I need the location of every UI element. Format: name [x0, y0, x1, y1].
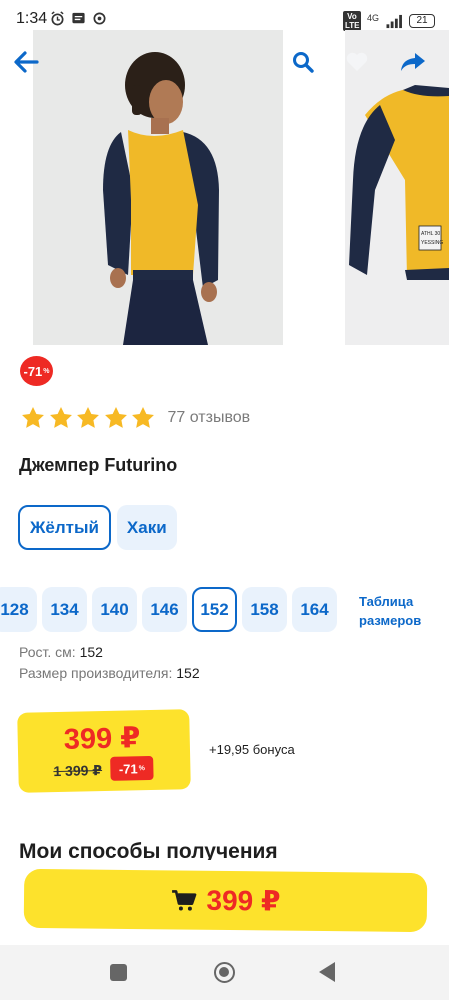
- size-option-146[interactable]: 146: [142, 587, 187, 632]
- spec-maker-size: Размер производителя: 152: [19, 665, 200, 681]
- price-discount-percent: %: [138, 764, 145, 772]
- product-photo-main[interactable]: [33, 30, 283, 345]
- price-current: 399 ₽: [63, 722, 141, 756]
- discount-badge-percent: %: [43, 367, 50, 375]
- size-option-152[interactable]: 152: [192, 587, 237, 632]
- spec-maker-size-value: 152: [176, 665, 200, 681]
- favorite-button[interactable]: [340, 45, 374, 79]
- price-discount-value: -71: [118, 760, 138, 777]
- size-option-158[interactable]: 158: [242, 587, 287, 632]
- reviews-link[interactable]: 77 отзывов: [168, 409, 251, 427]
- tag-text-1: ATHL 30: [421, 231, 440, 237]
- back-button[interactable]: [9, 45, 43, 79]
- child-in-sweater-image: [33, 30, 283, 345]
- cart-icon: [171, 889, 196, 911]
- buy-button-price: 399 ₽: [206, 884, 281, 917]
- status-notifications: [50, 11, 107, 26]
- price-discount-badge: -71%: [110, 755, 154, 781]
- color-selector: Жёлтый Хаки: [18, 505, 177, 550]
- product-title: Джемпер Futurino: [19, 455, 178, 475]
- discount-badge: -71%: [20, 356, 53, 386]
- recents-button[interactable]: [110, 964, 127, 981]
- share-icon: [401, 53, 425, 71]
- size-option-140[interactable]: 140: [92, 587, 137, 632]
- arrow-left-icon: [14, 51, 39, 73]
- star-icon: [132, 406, 154, 428]
- size-option-134[interactable]: 134: [42, 587, 87, 632]
- search-button[interactable]: [286, 45, 320, 79]
- star-icon: [77, 406, 99, 428]
- size-table-line1: Таблица: [359, 594, 414, 609]
- size-option-128[interactable]: 128: [0, 587, 37, 632]
- spec-maker-size-label: Размер производителя:: [19, 665, 173, 681]
- color-option-khaki[interactable]: Хаки: [116, 505, 177, 550]
- share-button[interactable]: [396, 45, 430, 79]
- status-system: Vo LTE 4G 21: [342, 11, 435, 31]
- signal-icon: [386, 14, 402, 28]
- spec-height-value: 152: [79, 644, 103, 660]
- size-option-164[interactable]: 164: [292, 587, 337, 632]
- price-sticker: 399 ₽ 1 399 ₽ -71%: [17, 709, 191, 793]
- star-icon: [49, 406, 72, 428]
- spec-height-label: Рост. см:: [19, 644, 76, 660]
- discount-badge-value: -71: [23, 363, 43, 379]
- tag-text-2: YESSING: [421, 240, 443, 246]
- size-table-link[interactable]: Таблица размеров: [359, 592, 421, 630]
- home-button[interactable]: [214, 962, 235, 983]
- size-selector: 128 134 140 146 152 158 164: [0, 587, 337, 632]
- size-table-line2: размеров: [359, 613, 422, 628]
- product-gallery[interactable]: ATHL 30 YESSING: [0, 30, 449, 346]
- volte-icon: Vo LTE: [342, 11, 361, 31]
- star-icon: [104, 406, 127, 428]
- alarm-icon: [51, 11, 64, 26]
- color-option-yellow[interactable]: Жёлтый: [18, 505, 111, 550]
- bonus-text: +19,95 бонуса: [209, 742, 295, 757]
- heart-icon: [346, 52, 368, 71]
- status-time: 1:34: [16, 10, 48, 27]
- star-icon: [22, 406, 44, 428]
- message-icon: [72, 12, 85, 24]
- add-to-cart-button[interactable]: 399 ₽: [23, 868, 428, 933]
- settings-icon: [93, 12, 106, 25]
- search-icon: [293, 52, 314, 73]
- price-old: 1 399 ₽: [53, 762, 103, 780]
- rating-row[interactable]: 77 отзывов: [20, 405, 250, 431]
- battery-icon: 21: [409, 14, 435, 28]
- spec-height: Рост. см: 152: [19, 644, 103, 660]
- system-back-button[interactable]: [319, 962, 335, 982]
- network-type: 4G: [366, 13, 379, 23]
